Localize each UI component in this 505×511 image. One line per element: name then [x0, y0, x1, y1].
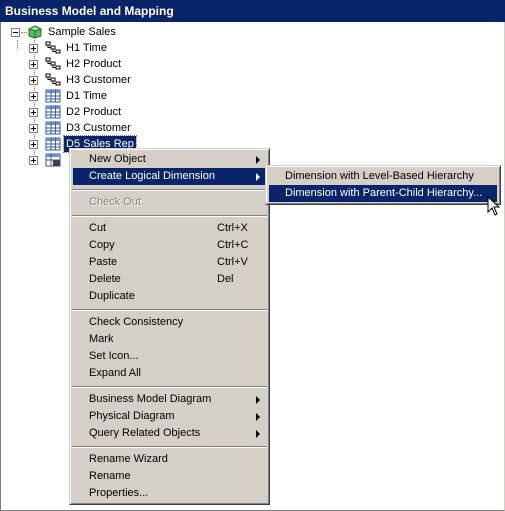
- menu-item-label: Duplicate: [89, 290, 135, 302]
- tree-item-h2-product[interactable]: H2 Product: [29, 56, 179, 72]
- menu-separator: [72, 446, 267, 448]
- window-title-bar: Business Model and Mapping: [0, 0, 505, 22]
- expand-icon[interactable]: [29, 156, 38, 165]
- menu-item-label: Create Logical Dimension: [89, 170, 215, 182]
- tree-item-label[interactable]: D2 Product: [64, 104, 123, 120]
- table-icon: [45, 89, 61, 103]
- menu-item-duplicate[interactable]: Duplicate: [73, 288, 266, 305]
- tree-item-d2-product[interactable]: D2 Product: [29, 104, 179, 120]
- menu-item-query-related-objects[interactable]: Query Related Objects: [73, 425, 266, 442]
- tree-item-label[interactable]: H1 Time: [64, 40, 109, 56]
- collapse-icon[interactable]: [11, 28, 20, 37]
- fact-table-icon: [45, 153, 61, 167]
- expand-icon[interactable]: [29, 108, 38, 117]
- menu-item-label: Dimension with Parent-Child Hierarchy...: [285, 187, 483, 199]
- menu-item-label: Cut: [89, 222, 107, 234]
- tree-connector: [17, 40, 18, 50]
- menu-item-label: Expand All: [89, 367, 141, 379]
- menu-item-label: Rename: [89, 470, 131, 482]
- submenu-arrow-icon: [256, 156, 260, 164]
- menu-item-expand-all[interactable]: Expand All: [73, 365, 266, 382]
- menu-item-label: Mark: [89, 333, 114, 345]
- menu-item-cut[interactable]: Cut Ctrl+X: [73, 220, 266, 237]
- table-icon: [45, 137, 61, 151]
- menu-item-copy[interactable]: Copy Ctrl+C: [73, 237, 266, 254]
- table-icon: [45, 105, 61, 119]
- tree-item-label[interactable]: D1 Time: [64, 88, 109, 104]
- menu-item-delete[interactable]: Delete Del: [73, 271, 266, 288]
- tree-item-h3-customer[interactable]: H3 Customer: [29, 72, 179, 88]
- menu-item-properties[interactable]: Properties...: [73, 485, 266, 502]
- menu-item-label: Set Icon...: [89, 350, 139, 362]
- shortcut-label: Ctrl+C: [217, 239, 249, 251]
- menu-separator: [72, 215, 267, 217]
- hierarchy-icon: [45, 73, 61, 86]
- expand-icon[interactable]: [29, 44, 38, 53]
- expand-icon[interactable]: [29, 124, 38, 133]
- context-menu: New Object Create Logical Dimension Chec…: [69, 148, 270, 505]
- hierarchy-icon: [45, 41, 61, 54]
- submenu-arrow-icon: [256, 173, 260, 181]
- menu-item-label: Rename Wizard: [89, 453, 168, 465]
- menu-item-label: Physical Diagram: [89, 410, 175, 422]
- menu-item-paste[interactable]: Paste Ctrl+V: [73, 254, 266, 271]
- menu-item-check-consistency[interactable]: Check Consistency: [73, 314, 266, 331]
- menu-item-label: New Object: [89, 153, 146, 165]
- table-icon: [45, 121, 61, 135]
- business-model-cube-icon: [27, 25, 43, 39]
- expand-icon[interactable]: [29, 140, 38, 149]
- menu-item-label: Copy: [89, 239, 115, 251]
- menu-separator: [72, 309, 267, 311]
- submenu-arrow-icon: [256, 430, 260, 438]
- menu-item-label: Paste: [89, 256, 118, 268]
- tree-item-fact[interactable]: [29, 152, 69, 168]
- menu-item-set-icon[interactable]: Set Icon...: [73, 348, 266, 365]
- tree-root-label[interactable]: Sample Sales: [46, 24, 118, 40]
- shortcut-label: Del: [217, 273, 234, 285]
- tree-item-label[interactable]: D3 Customer: [64, 120, 133, 136]
- tree-item-h1-time[interactable]: H1 Time: [29, 40, 179, 56]
- menu-item-physical-diagram[interactable]: Physical Diagram: [73, 408, 266, 425]
- tree-item-d3-customer[interactable]: D3 Customer: [29, 120, 179, 136]
- menu-item-label: Delete: [89, 273, 121, 285]
- menu-item-business-model-diagram[interactable]: Business Model Diagram: [73, 391, 266, 408]
- submenu-arrow-icon: [256, 413, 260, 421]
- menu-separator: [72, 189, 267, 191]
- menu-item-label: Check Out: [89, 196, 141, 208]
- create-dimension-submenu: Dimension with Level-Based Hierarchy Dim…: [265, 165, 501, 205]
- submenu-item-parent-child[interactable]: Dimension with Parent-Child Hierarchy...: [269, 185, 497, 202]
- shortcut-label: Ctrl+V: [217, 256, 248, 268]
- menu-item-rename-wizard[interactable]: Rename Wizard: [73, 451, 266, 468]
- submenu-arrow-icon: [256, 396, 260, 404]
- submenu-item-level-based[interactable]: Dimension with Level-Based Hierarchy: [269, 168, 497, 185]
- tree-item-label[interactable]: H2 Product: [64, 56, 123, 72]
- menu-item-rename[interactable]: Rename: [73, 468, 266, 485]
- menu-item-label: Check Consistency: [89, 316, 184, 328]
- expand-icon[interactable]: [29, 92, 38, 101]
- menu-item-label: Properties...: [89, 487, 149, 499]
- menu-item-new-object[interactable]: New Object: [73, 151, 266, 168]
- shortcut-label: Ctrl+X: [217, 222, 248, 234]
- expand-icon[interactable]: [29, 60, 38, 69]
- menu-item-create-logical-dimension[interactable]: Create Logical Dimension: [73, 168, 266, 185]
- expand-icon[interactable]: [29, 76, 38, 85]
- tree-item-d1-time[interactable]: D1 Time: [29, 88, 179, 104]
- hierarchy-icon: [45, 57, 61, 70]
- mouse-pointer-icon: [487, 196, 501, 216]
- menu-item-label: Business Model Diagram: [89, 393, 212, 405]
- menu-separator: [72, 386, 267, 388]
- menu-item-label: Dimension with Level-Based Hierarchy: [285, 170, 474, 182]
- menu-item-mark[interactable]: Mark: [73, 331, 266, 348]
- menu-item-check-out: Check Out: [73, 194, 266, 211]
- tree-root-row[interactable]: Sample Sales: [9, 24, 209, 40]
- tree-item-label[interactable]: H3 Customer: [64, 72, 133, 88]
- menu-item-label: Query Related Objects: [89, 427, 201, 439]
